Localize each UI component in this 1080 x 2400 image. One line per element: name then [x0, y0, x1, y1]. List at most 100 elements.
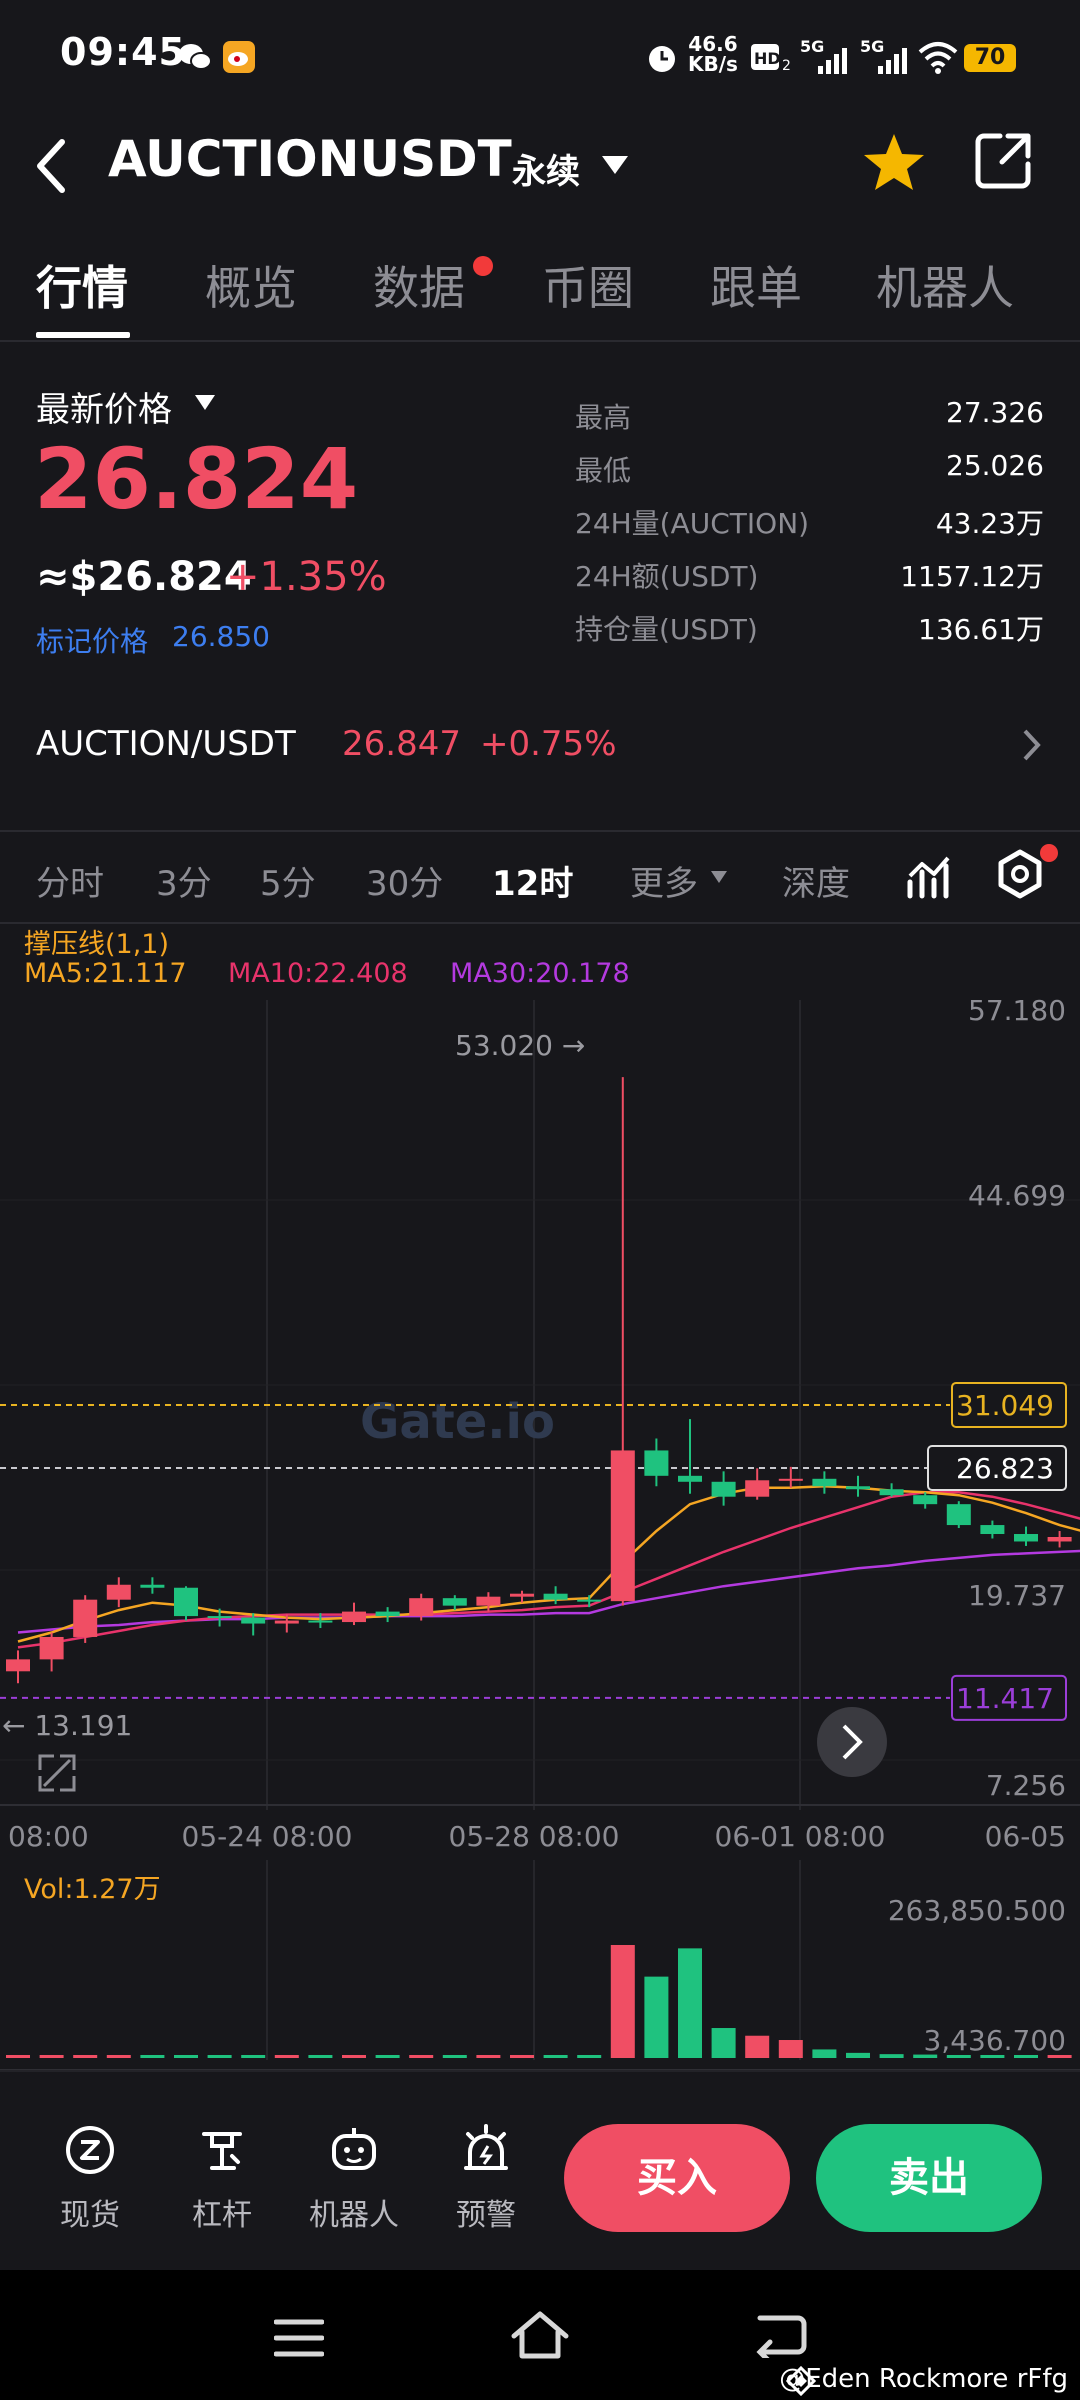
volume-bars	[6, 1945, 1072, 2058]
mark-price-label[interactable]: 标记价格	[36, 620, 148, 660]
volume-bar	[6, 2055, 30, 2058]
chart-settings-icon[interactable]	[994, 848, 1046, 902]
usd-price: ≈$26.824	[36, 554, 252, 600]
nav-alert[interactable]: 预警	[436, 2122, 536, 2234]
candle	[812, 1471, 837, 1494]
chevron-down-icon[interactable]	[600, 154, 630, 176]
candle	[913, 1492, 938, 1509]
time-axis: 08:00 05-24 08:00 05-28 08:00 06-01 08:00 06…	[8, 1820, 1066, 1853]
nav-alert-label: 预警	[456, 2198, 516, 2233]
candle-body	[678, 1475, 702, 1482]
candle	[846, 1475, 870, 1497]
stat-value-volume: 43.23万	[935, 507, 1044, 540]
spot-pair-row[interactable]: AUCTION/USDT 26.847 +0.75%	[0, 700, 1080, 790]
buy-button[interactable]: 买入	[564, 2124, 790, 2232]
price-change: +1.35%	[226, 554, 387, 600]
volume-bar	[812, 2049, 837, 2058]
candle-body	[174, 1587, 198, 1617]
weibo-icon	[223, 41, 255, 73]
volume-bar	[577, 2055, 602, 2058]
back-icon[interactable]	[754, 2312, 808, 2358]
tab-copy-trading[interactable]: 跟单	[710, 252, 802, 318]
interval-timeshare[interactable]: 分时	[36, 856, 104, 905]
back-arrow-icon[interactable]	[32, 136, 72, 196]
latest-price-label[interactable]: 最新价格	[36, 382, 172, 431]
candle	[342, 1602, 366, 1626]
svg-text:HD: HD	[754, 49, 781, 68]
stat-label-volume: 24H量(AUCTION)	[575, 507, 810, 540]
nav-leverage-label: 杠杆	[192, 2198, 252, 2233]
home-icon[interactable]	[510, 2310, 570, 2360]
nav-leverage[interactable]: 杠杆	[172, 2122, 272, 2234]
support-badge-text: 11.417	[956, 1682, 1054, 1715]
price-type-dropdown-icon[interactable]	[194, 394, 216, 412]
price-tick: 19.737	[968, 1579, 1066, 1612]
candle-body	[812, 1478, 837, 1487]
favorite-star-icon[interactable]	[862, 130, 926, 194]
scroll-right-button[interactable]	[817, 1707, 887, 1777]
candle-body	[274, 1620, 299, 1624]
contract-title[interactable]: AUCTIONUSDT	[108, 130, 512, 188]
last-price: 26.824	[34, 430, 359, 528]
candle-body	[980, 1525, 1005, 1535]
nav-spot[interactable]: 现货	[40, 2122, 140, 2234]
tab-bots[interactable]: 机器人	[876, 252, 1014, 318]
indicator-chart-icon[interactable]	[906, 852, 952, 900]
volume-bar	[207, 2055, 232, 2058]
nav-robot-label: 机器人	[309, 2198, 399, 2233]
interval-5m[interactable]: 5分	[260, 856, 316, 905]
interval-depth[interactable]: 深度	[782, 856, 850, 905]
candle	[745, 1468, 770, 1500]
tab-circle[interactable]: 币圈	[542, 252, 634, 318]
nav-robot[interactable]: 机器人	[304, 2122, 404, 2234]
volume-bar	[241, 2055, 266, 2058]
share-icon[interactable]	[974, 130, 1034, 190]
price-tick-max: 57.180	[968, 994, 1066, 1027]
candle-body	[745, 1480, 770, 1497]
system-navigation-bar: @Eden Rockmore rFfg	[0, 2270, 1080, 2400]
kline-chart[interactable]: Gate.io 57.180 44.699 19.737 7.256 53.020 → ←…	[0, 920, 1080, 2070]
sell-button[interactable]: 卖出	[816, 2124, 1042, 2232]
price-tick: 44.699	[968, 1179, 1066, 1212]
volume-bar	[308, 2055, 333, 2058]
interval-30m[interactable]: 30分	[366, 856, 443, 905]
volume-bar	[711, 2028, 736, 2058]
alarm-icon	[649, 46, 675, 72]
tab-market[interactable]: 行情	[36, 252, 128, 318]
fullscreen-icon[interactable]	[38, 1754, 76, 1792]
candle-body	[409, 1598, 434, 1617]
candle	[73, 1595, 98, 1643]
more-dropdown-icon[interactable]	[710, 870, 728, 884]
battery-indicator: 70	[964, 44, 1016, 72]
interval-12h[interactable]: 12时	[492, 856, 573, 905]
spot-icon	[66, 2126, 114, 2174]
candle-body	[846, 1486, 870, 1490]
stat-label-high: 最高	[575, 401, 632, 434]
candle-body	[879, 1489, 904, 1496]
spot-pair-price: 26.847	[342, 724, 461, 764]
candle-body	[342, 1611, 366, 1623]
status-bar: 09:45 46.6 KB/s HD 2 5G 5G 70	[0, 0, 1080, 110]
candle-body	[510, 1593, 534, 1597]
wifi-icon	[918, 42, 958, 74]
tab-data[interactable]: 数据	[373, 252, 465, 318]
candle-body	[241, 1617, 266, 1624]
main-tabs: 行情 概览 数据 币圈 跟单 机器人	[0, 240, 1080, 342]
candle-body	[106, 1584, 131, 1600]
stat-value-low: 25.026	[946, 449, 1044, 482]
stat-value-turnover: 1157.12万	[900, 560, 1044, 593]
candle	[1047, 1531, 1072, 1548]
candle	[6, 1650, 30, 1684]
candle	[140, 1577, 165, 1594]
candle	[946, 1501, 971, 1529]
network-speed: 46.6 KB/s	[688, 32, 738, 76]
interval-more[interactable]: 更多	[630, 856, 698, 905]
candle-body	[140, 1584, 165, 1588]
interval-3m[interactable]: 3分	[156, 856, 212, 905]
tab-overview[interactable]: 概览	[205, 252, 297, 318]
candle-body	[39, 1636, 64, 1660]
menu-icon[interactable]	[274, 2318, 324, 2358]
contract-type[interactable]: 永续	[512, 144, 580, 193]
volume-bar	[174, 2055, 198, 2058]
active-tab-indicator	[36, 332, 130, 338]
